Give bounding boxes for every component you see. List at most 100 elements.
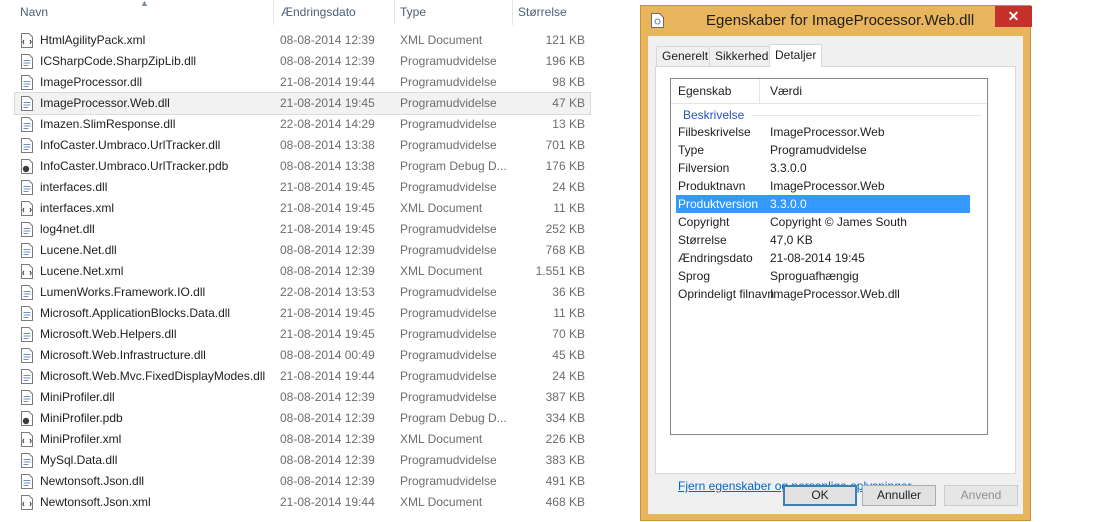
file-name: Microsoft.Web.Helpers.dll (40, 327, 177, 341)
file-date: 21-08-2014 19:45 (280, 327, 375, 341)
file-type: Programudvidelse (400, 117, 497, 131)
property-row[interactable]: Størrelse 47,0 KB (676, 231, 970, 249)
file-size: 387 KB (545, 390, 585, 404)
file-size: 383 KB (545, 453, 585, 467)
file-row[interactable]: Newtonsoft.Json.dll 08-08-2014 12:39 Progr… (15, 471, 590, 492)
pdb-file-icon (21, 411, 33, 426)
file-type: Programudvidelse (400, 348, 497, 362)
file-type: Programudvidelse (400, 306, 497, 320)
file-date: 21-08-2014 19:45 (280, 96, 375, 110)
file-row[interactable]: Microsoft.ApplicationBlocks.Data.dll 21-0… (15, 303, 590, 324)
property-name: Filbeskrivelse (678, 125, 751, 139)
tab-detaljer[interactable]: Detaljer (769, 44, 823, 67)
file-explorer: Navn ▲ Ændringsdato Type Størrelse HtmlA… (0, 0, 600, 522)
column-header-row: Navn ▲ Ændringsdato Type Størrelse (0, 0, 600, 25)
file-name: Newtonsoft.Json.xml (40, 495, 151, 509)
close-button[interactable]: ✕ (995, 6, 1032, 27)
file-name: MiniProfiler.dll (40, 390, 115, 404)
tab-generelt[interactable]: Generelt (656, 46, 715, 66)
property-name: Størrelse (678, 233, 727, 247)
header-property[interactable]: Egenskab (678, 84, 731, 98)
column-divider[interactable] (512, 0, 513, 25)
file-name: Imazen.SlimResponse.dll (40, 117, 176, 131)
property-row[interactable]: Copyright Copyright © James South (676, 213, 970, 231)
file-row[interactable]: Microsoft.Web.Mvc.FixedDisplayModes.dll 2… (15, 366, 590, 387)
ok-button[interactable]: OK (783, 485, 857, 506)
property-value: Programudvidelse (770, 143, 867, 157)
file-row[interactable]: InfoCaster.Umbraco.UrlTracker.pdb 08-08-2… (15, 156, 590, 177)
dll-file-icon (21, 453, 33, 468)
file-row[interactable]: MiniProfiler.dll 08-08-2014 12:39 Programu… (15, 387, 590, 408)
file-date: 21-08-2014 19:45 (280, 201, 375, 215)
file-type: Program Debug D... (400, 411, 507, 425)
property-row[interactable]: Filbeskrivelse ImageProcessor.Web (676, 123, 970, 141)
file-row[interactable]: Microsoft.Web.Helpers.dll 21-08-2014 19:4… (15, 324, 590, 345)
file-date: 22-08-2014 13:53 (280, 285, 375, 299)
file-row[interactable]: log4net.dll 21-08-2014 19:45 Programudvide… (15, 219, 590, 240)
file-row[interactable]: MySql.Data.dll 08-08-2014 12:39 Programudv… (15, 450, 590, 471)
file-row[interactable]: Microsoft.Web.Infrastructure.dll 08-08-20… (15, 345, 590, 366)
file-row[interactable]: Lucene.Net.dll 08-08-2014 12:39 Programudv… (15, 240, 590, 261)
file-name: Microsoft.Web.Infrastructure.dll (40, 348, 206, 362)
dll-file-icon (21, 390, 33, 405)
file-size: 491 KB (545, 474, 585, 488)
file-row[interactable]: Lucene.Net.xml 08-08-2014 12:39 XML Docume… (15, 261, 590, 282)
column-header-date[interactable]: Ændringsdato (281, 0, 356, 25)
cancel-button[interactable]: Annuller (862, 485, 936, 506)
dll-file-icon (21, 117, 33, 132)
file-size: 13 KB (552, 117, 585, 131)
file-name: HtmlAgilityPack.xml (40, 33, 146, 47)
dialog-title: Egenskaber for ImageProcessor.Web.dll (706, 12, 975, 29)
property-row[interactable]: Produktnavn ImageProcessor.Web (676, 177, 970, 195)
close-icon: ✕ (1007, 8, 1020, 24)
header-divider[interactable] (759, 79, 760, 103)
title-bar[interactable]: Egenskaber for ImageProcessor.Web.dll ✕ (641, 6, 1032, 36)
file-date: 21-08-2014 19:44 (280, 495, 375, 509)
file-size: 11 KB (553, 201, 585, 215)
property-row[interactable]: Oprindeligt filnavn ImageProcessor.Web.dl… (676, 285, 970, 303)
file-name: ImageProcessor.dll (40, 75, 143, 89)
file-row[interactable]: ICSharpCode.SharpZipLib.dll 08-08-2014 12… (15, 51, 590, 72)
file-name: ICSharpCode.SharpZipLib.dll (40, 54, 197, 68)
file-row[interactable]: MiniProfiler.pdb 08-08-2014 12:39 Program … (15, 408, 590, 429)
property-row[interactable]: Type Programudvidelse (676, 141, 970, 159)
file-type: Programudvidelse (400, 327, 497, 341)
file-type: Programudvidelse (400, 369, 497, 383)
file-date: 08-08-2014 13:38 (280, 159, 375, 173)
file-size: 334 KB (545, 411, 585, 425)
property-list[interactable]: Egenskab Værdi Beskrivelse Filbeskrivels… (670, 78, 988, 435)
file-row[interactable]: HtmlAgilityPack.xml 08-08-2014 12:39 XML D… (15, 30, 590, 51)
document-icon (651, 13, 664, 28)
file-row[interactable]: MiniProfiler.xml 08-08-2014 12:39 XML Docu… (15, 429, 590, 450)
xml-document-icon (21, 264, 33, 279)
file-row[interactable]: LumenWorks.Framework.IO.dll 22-08-2014 13… (15, 282, 590, 303)
file-row[interactable]: interfaces.xml 21-08-2014 19:45 XML Docume… (15, 198, 590, 219)
tab-sikkerhed[interactable]: Sikkerhed (709, 46, 775, 66)
property-row[interactable]: Sprog Sproguafhængig (676, 267, 970, 285)
file-row[interactable]: Newtonsoft.Json.xml 21-08-2014 19:44 XML D… (15, 492, 590, 513)
file-date: 08-08-2014 12:39 (280, 54, 375, 68)
file-size: 468 KB (545, 495, 585, 509)
file-name: MySql.Data.dll (40, 453, 118, 467)
property-value: Sproguafhængig (770, 269, 859, 283)
dll-file-icon (21, 369, 33, 384)
file-row[interactable]: Imazen.SlimResponse.dll 22-08-2014 14:29 P… (15, 114, 590, 135)
header-value[interactable]: Værdi (770, 84, 802, 98)
property-row[interactable]: Filversion 3.3.0.0 (676, 159, 970, 177)
file-row[interactable]: InfoCaster.Umbraco.UrlTracker.dll 08-08-2… (15, 135, 590, 156)
file-type: Programudvidelse (400, 390, 497, 404)
file-row[interactable]: interfaces.dll 21-08-2014 19:45 Programudv… (15, 177, 590, 198)
file-row[interactable]: ImageProcessor.dll 21-08-2014 19:44 Progra… (15, 72, 590, 93)
property-row[interactable]: Produktversion 3.3.0.0 (676, 195, 970, 213)
column-header-size[interactable]: Størrelse (518, 0, 567, 25)
property-row[interactable]: Ændringsdato 21-08-2014 19:45 (676, 249, 970, 267)
file-date: 08-08-2014 12:39 (280, 411, 375, 425)
column-divider[interactable] (273, 0, 274, 25)
column-header-type[interactable]: Type (400, 0, 426, 25)
dll-file-icon (21, 96, 33, 111)
file-type: Programudvidelse (400, 96, 497, 110)
file-row[interactable]: ImageProcessor.Web.dll 21-08-2014 19:45 Pr… (14, 92, 591, 115)
column-divider[interactable] (394, 0, 395, 25)
column-header-name[interactable]: Navn (20, 0, 48, 25)
file-date: 08-08-2014 12:39 (280, 453, 375, 467)
